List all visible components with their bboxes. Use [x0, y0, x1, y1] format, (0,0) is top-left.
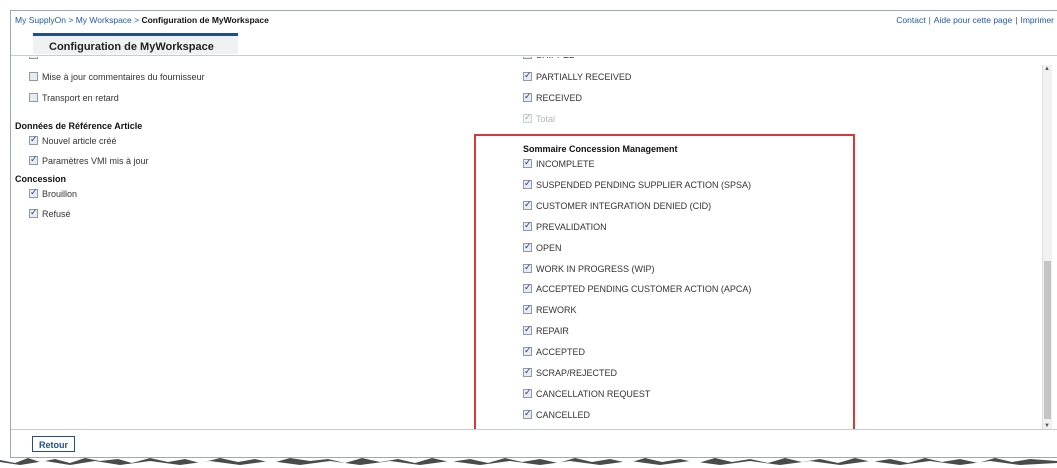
checkbox[interactable]: [29, 93, 38, 102]
checkbox-row: Paramètres VMI mis à jour: [29, 153, 149, 168]
checkbox-label: OPEN: [536, 242, 562, 253]
checkbox-row: ACCEPTED PENDING CUSTOMER ACTION (APCA): [523, 281, 752, 296]
checkbox-row: Refusé: [29, 206, 71, 221]
checkbox-row: SCRAP/REJECTED: [523, 365, 618, 380]
breadcrumb-item-mysupplyon[interactable]: My SupplyOn: [15, 15, 66, 25]
checkbox-label: PREVALIDATION: [536, 221, 607, 232]
checkbox-label: REPAIR: [536, 326, 569, 337]
back-button[interactable]: Retour: [32, 436, 75, 452]
checkbox-row: SUSPENDED PENDING SUPPLIER ACTION (SPSA): [523, 177, 752, 192]
checkbox-row: ACCEPTED: [523, 344, 586, 359]
footer-bar: Retour: [11, 429, 1057, 457]
checkbox-label: SUSPENDED PENDING SUPPLIER ACTION (SPSA): [536, 179, 752, 190]
checkbox-row: Nouvel article créé: [29, 133, 117, 148]
tab-configuration[interactable]: Configuration de MyWorkspace: [33, 33, 238, 54]
checkbox[interactable]: [523, 365, 532, 379]
header-links: Contact | Aide pour cette page | Imprimer: [896, 15, 1054, 25]
checkbox[interactable]: [29, 153, 38, 167]
checkbox[interactable]: [523, 240, 532, 254]
checkbox[interactable]: [523, 156, 532, 170]
checkbox-label: SCRAP/REJECTED: [536, 368, 618, 378]
checkbox-label: REWORK: [536, 305, 577, 316]
scroll-up-icon[interactable]: ▲: [1044, 66, 1050, 72]
checkbox-label: ACCEPTED PENDING CUSTOMER ACTION (APCA): [536, 284, 752, 295]
checkbox[interactable]: [29, 206, 38, 220]
checkbox-label: Refusé: [42, 209, 71, 219]
checkbox-label: Brouillon: [42, 189, 78, 199]
checkbox-label: PARTIALLY RECEIVED: [536, 72, 632, 82]
checkbox: [523, 111, 532, 125]
app-window: My SupplyOn > My Workspace > Configurati…: [10, 10, 1057, 458]
link-separator: |: [928, 15, 931, 25]
checkbox[interactable]: [523, 344, 532, 358]
checkbox[interactable]: [523, 386, 532, 400]
checkbox-label: Total: [536, 114, 556, 124]
checkbox-row: REWORK: [523, 302, 577, 317]
vertical-scrollbar[interactable]: ▲ ▼: [1042, 65, 1052, 430]
checkbox-row: Total: [523, 111, 556, 126]
breadcrumb-item-myworkspace[interactable]: My Workspace: [76, 15, 132, 25]
help-link[interactable]: Aide pour cette page: [934, 15, 1012, 25]
checkbox-row: Transport en retard: [29, 91, 119, 105]
checkbox-label: INCOMPLETE: [536, 159, 595, 169]
checkbox[interactable]: [523, 323, 532, 337]
section-title-concession-management: Sommaire Concession Management: [523, 144, 678, 154]
tab-bar: Configuration de MyWorkspace: [11, 33, 1057, 56]
checkbox[interactable]: [29, 133, 38, 147]
checkbox-label: CANCELLATION REQUEST: [536, 388, 651, 399]
checkbox-label: Nouvel article créé: [42, 136, 117, 146]
top-bar: My SupplyOn > My Workspace > Configurati…: [11, 11, 1057, 27]
checkbox-row: CANCELLATION REQUEST: [523, 386, 651, 401]
checkbox[interactable]: [523, 177, 532, 191]
breadcrumb-separator: >: [66, 15, 76, 25]
checkbox-row: WORK IN PROGRESS (WIP): [523, 261, 655, 276]
checkbox-row: PREVALIDATION: [523, 219, 607, 234]
checkbox-row: Mise à jour commentaires du fournisseur: [29, 70, 205, 84]
checkbox[interactable]: [523, 302, 532, 316]
print-link[interactable]: Imprimer: [1020, 15, 1054, 25]
checkbox-label: CUSTOMER INTEGRATION DENIED (CID): [536, 200, 712, 211]
checkbox[interactable]: [523, 261, 532, 275]
checkbox[interactable]: [29, 186, 38, 200]
checkbox-row-partial: SHIPPED: [523, 57, 576, 62]
checkbox[interactable]: [523, 57, 532, 61]
link-separator: |: [1015, 15, 1018, 25]
section-title-reference: Données de Référence Article: [15, 121, 143, 131]
checkbox-row: RECEIVED: [523, 90, 583, 105]
breadcrumb-current: Configuration de MyWorkspace: [141, 15, 269, 25]
checkbox-row: CANCELLED: [523, 407, 591, 422]
settings-content: Mise à jour commentaires du fournisseur T…: [11, 57, 1057, 430]
scrollbar-thumb[interactable]: [1044, 261, 1051, 419]
checkbox-label: CANCELLED: [536, 409, 591, 420]
checkbox[interactable]: [523, 219, 532, 233]
checkbox-row-partial: [29, 57, 42, 62]
checkbox-label: Mise à jour commentaires du fournisseur: [42, 72, 205, 82]
checkbox-label: Transport en retard: [42, 93, 119, 103]
checkbox[interactable]: [29, 72, 38, 81]
checkbox-label: Paramètres VMI mis à jour: [42, 156, 149, 166]
checkbox-row: CUSTOMER INTEGRATION DENIED (CID): [523, 198, 712, 213]
checkbox[interactable]: [523, 281, 532, 295]
checkbox-row: Brouillon: [29, 186, 78, 201]
checkbox-label: ACCEPTED: [536, 347, 586, 358]
breadcrumb: My SupplyOn > My Workspace > Configurati…: [15, 15, 269, 25]
checkbox-row: PARTIALLY RECEIVED: [523, 69, 632, 84]
checkbox-label: RECEIVED: [536, 93, 583, 103]
torn-edge-decoration: [0, 458, 1057, 468]
checkbox[interactable]: [523, 69, 532, 83]
checkbox-row: OPEN: [523, 240, 562, 255]
checkbox[interactable]: [523, 198, 532, 212]
checkbox-row: INCOMPLETE: [523, 156, 595, 171]
checkbox-row: REPAIR: [523, 323, 569, 338]
checkbox-label-partial: SHIPPED: [536, 57, 576, 60]
checkbox[interactable]: [29, 57, 38, 59]
checkbox[interactable]: [523, 407, 532, 421]
contact-link[interactable]: Contact: [896, 15, 925, 25]
section-title-concession: Concession: [15, 174, 67, 184]
checkbox-label: WORK IN PROGRESS (WIP): [536, 263, 655, 274]
checkbox[interactable]: [523, 90, 532, 104]
